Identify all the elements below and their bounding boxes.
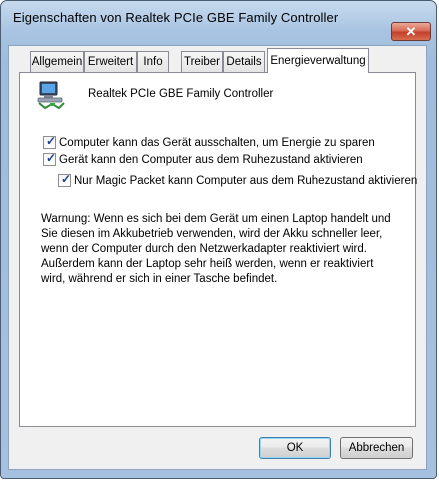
tab-erweitert[interactable]: Erweitert <box>84 51 137 72</box>
tab-label: Erweitert <box>87 56 134 68</box>
checkmark-icon: ✓ <box>46 151 57 165</box>
close-button[interactable]: ✕ <box>391 22 431 41</box>
ok-button-label: OK <box>286 442 304 454</box>
tab-info[interactable]: Info <box>137 51 169 72</box>
warning-text: Warnung: Wenn es sich bei dem Gerät um e… <box>41 213 391 285</box>
checkbox-label: Gerät kann den Computer aus dem Ruhezust… <box>59 153 363 166</box>
tab-label: Details <box>226 56 262 68</box>
checkbox[interactable]: ✓ <box>43 151 57 166</box>
network-adapter-icon <box>37 81 65 110</box>
cancel-button-label: Abbrechen <box>348 442 405 454</box>
cancel-button[interactable]: Abbrechen <box>340 437 413 459</box>
window-title: Eigenschaften von Realtek PCIe GBE Famil… <box>13 10 339 25</box>
checkbox-label: Nur Magic Packet kann Computer aus dem R… <box>74 174 418 187</box>
tab-label: Info <box>143 56 163 68</box>
tab-label: Energieverwaltung <box>270 55 366 67</box>
tab-allgemein[interactable]: Allgemein <box>30 51 84 72</box>
tab-details[interactable]: Details <box>223 51 265 72</box>
tab-treiber[interactable]: Treiber <box>181 51 223 72</box>
tab-label: Allgemein <box>31 56 83 68</box>
device-name: Realtek PCIe GBE Family Controller <box>88 88 274 100</box>
checkbox-magic-packet-only[interactable]: ✓ Nur Magic Packet kann Computer aus dem… <box>58 172 418 187</box>
checkbox[interactable]: ✓ <box>58 172 72 187</box>
ok-button[interactable]: OK <box>259 437 331 459</box>
checkbox-allow-wake[interactable]: ✓ Gerät kann den Computer aus dem Ruhezu… <box>43 151 363 166</box>
checkmark-icon: ✓ <box>46 134 57 148</box>
checkbox-allow-power-off[interactable]: ✓ Computer kann das Gerät ausschalten, u… <box>43 134 375 149</box>
close-icon: ✕ <box>405 23 417 39</box>
title-bar[interactable]: Eigenschaften von Realtek PCIe GBE Famil… <box>1 1 436 31</box>
checkbox-label: Computer kann das Gerät ausschalten, um … <box>59 136 375 149</box>
checkmark-icon: ✓ <box>61 172 72 186</box>
tab-label: Treiber <box>184 56 220 68</box>
tab-energieverwaltung[interactable]: Energieverwaltung <box>267 48 369 73</box>
checkbox[interactable]: ✓ <box>43 134 57 149</box>
